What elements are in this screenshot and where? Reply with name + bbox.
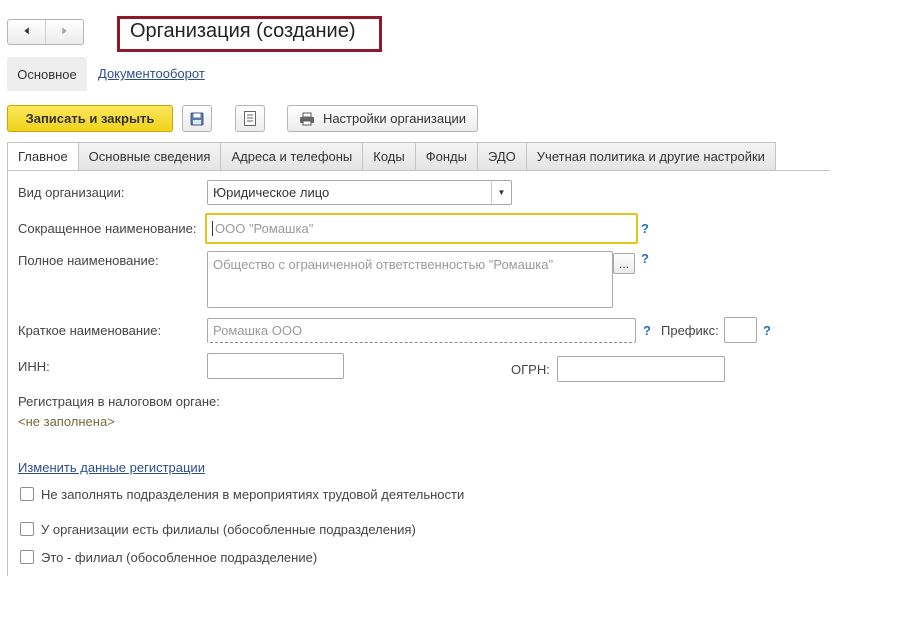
short-name-placeholder: ООО "Ромашка" xyxy=(215,221,314,236)
tab-codes[interactable]: Коды xyxy=(363,142,416,171)
full-name-select-button[interactable]: ... xyxy=(613,253,635,274)
prefix-input[interactable] xyxy=(724,317,757,343)
tab-basic-info[interactable]: Основные сведения xyxy=(78,142,222,171)
back-button[interactable]: 🢐 xyxy=(8,20,45,44)
tab-accounting-policy[interactable]: Учетная политика и другие настройки xyxy=(526,142,776,171)
has-branches-checkbox[interactable] xyxy=(20,522,34,536)
organization-settings-button[interactable]: Настройки организации xyxy=(287,105,478,132)
brief-name-placeholder: Ромашка ООО xyxy=(213,323,303,338)
full-name-label: Полное наименование: xyxy=(18,253,159,268)
brief-name-help[interactable]: ? xyxy=(643,323,651,338)
full-name-placeholder: Общество с ограниченной ответственностью… xyxy=(213,257,554,272)
tab-funds[interactable]: Фонды xyxy=(415,142,478,171)
inn-input[interactable] xyxy=(207,353,344,379)
inn-label: ИНН: xyxy=(18,359,50,374)
section-main[interactable]: Основное xyxy=(7,57,87,91)
has-branches-label: У организации есть филиалы (обособленные… xyxy=(41,522,416,537)
tax-registration-label: Регистрация в налоговом органе: xyxy=(18,394,220,409)
tab-edo[interactable]: ЭДО xyxy=(477,142,527,171)
chevron-down-icon[interactable]: ▼ xyxy=(491,181,511,204)
page-title: Организация (создание) xyxy=(130,20,356,42)
change-registration-link[interactable]: Изменить данные регистрации xyxy=(18,460,205,475)
tab-divider xyxy=(7,170,830,171)
short-name-input[interactable]: ООО "Ромашка" xyxy=(205,213,638,244)
tab-main[interactable]: Главное xyxy=(7,142,79,171)
printer-icon xyxy=(299,112,314,125)
document-list-icon xyxy=(244,111,256,126)
prefix-help[interactable]: ? xyxy=(763,323,771,338)
content-left-border xyxy=(7,171,8,576)
arrow-right-icon: 🢒 xyxy=(61,23,68,40)
forward-button[interactable]: 🢒 xyxy=(45,20,83,44)
section-docflow-link[interactable]: Документооборот xyxy=(98,66,205,81)
navigation-buttons: 🢐 🢒 xyxy=(7,19,84,45)
save-and-close-button[interactable]: Записать и закрыть xyxy=(7,105,173,132)
section-main-label: Основное xyxy=(17,66,77,82)
organization-settings-label: Настройки организации xyxy=(322,111,467,126)
brief-name-input[interactable]: Ромашка ООО xyxy=(207,318,636,343)
brief-name-label: Краткое наименование: xyxy=(18,323,162,338)
no-fill-divisions-checkbox[interactable] xyxy=(20,487,34,501)
org-type-value: Юридическое лицо xyxy=(213,185,330,200)
ogrn-input[interactable] xyxy=(557,356,725,382)
arrow-left-icon: 🢐 xyxy=(23,23,30,40)
short-name-help[interactable]: ? xyxy=(641,221,649,236)
full-name-help[interactable]: ? xyxy=(641,251,649,266)
is-branch-checkbox[interactable] xyxy=(20,550,34,564)
ogrn-label: ОГРН: xyxy=(511,362,550,377)
org-type-select[interactable]: Юридическое лицо ▼ xyxy=(207,180,512,205)
floppy-disk-icon xyxy=(190,112,204,125)
prefix-label: Префикс: xyxy=(661,323,719,338)
tab-bar: Главное Основные сведения Адреса и телеф… xyxy=(7,142,776,171)
org-type-label: Вид организации: xyxy=(18,185,125,200)
tab-addresses-phones[interactable]: Адреса и телефоны xyxy=(221,142,364,171)
full-name-textarea[interactable]: Общество с ограниченной ответственностью… xyxy=(207,251,613,308)
is-branch-label: Это - филиал (обособленное подразделение… xyxy=(41,550,318,565)
text-cursor xyxy=(212,221,213,236)
short-name-label: Сокращенное наименование: xyxy=(18,221,197,236)
no-fill-divisions-label: Не заполнять подразделения в мероприятия… xyxy=(41,487,465,502)
tax-registration-value: <не заполнена> xyxy=(18,414,115,429)
save-button[interactable] xyxy=(182,105,212,132)
document-list-button[interactable] xyxy=(235,105,265,132)
